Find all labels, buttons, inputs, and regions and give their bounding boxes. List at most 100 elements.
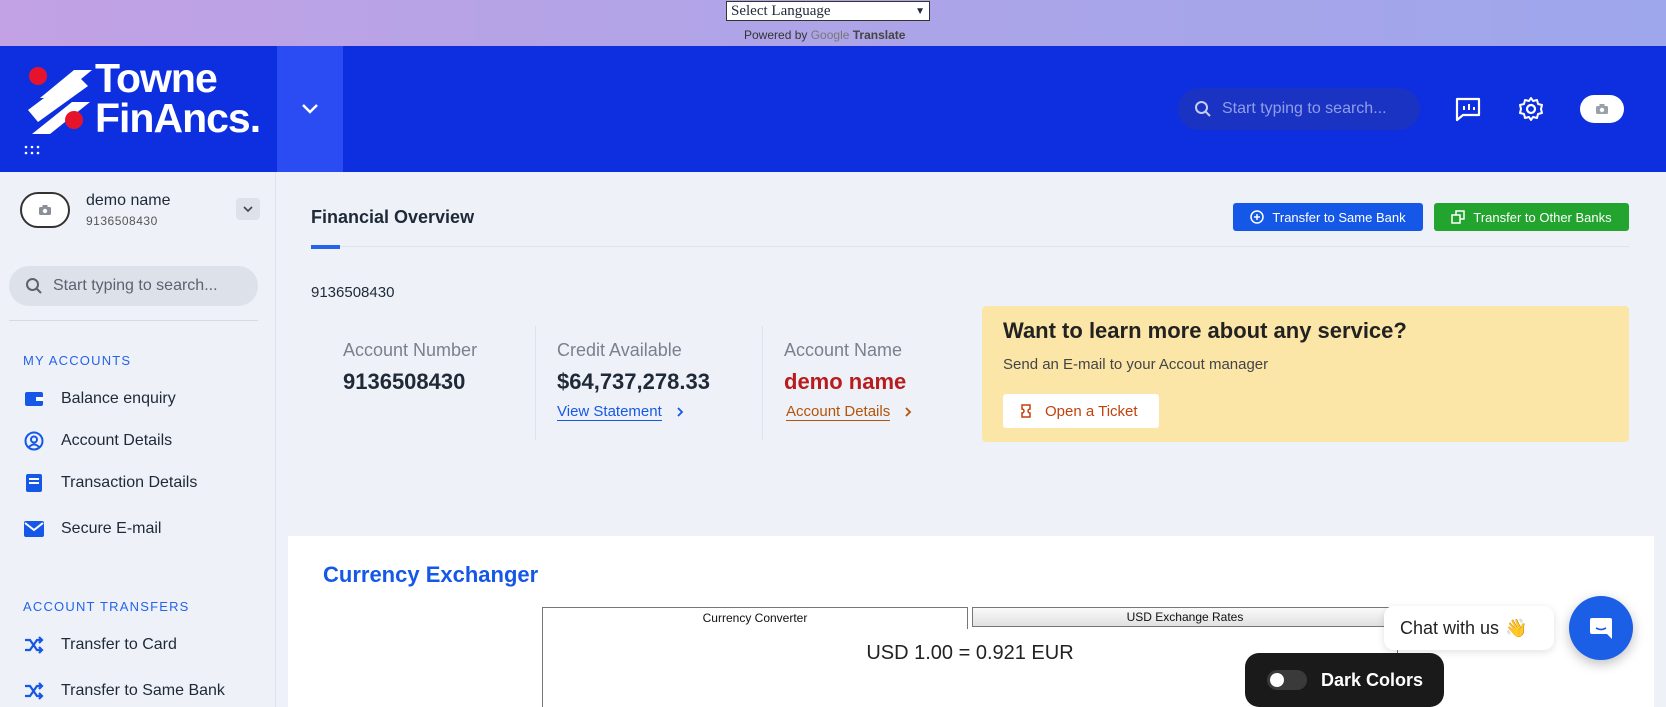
logo-line-2: FinAncs. — [95, 95, 261, 141]
chevron-down-icon: ▼ — [915, 5, 925, 17]
currency-title: Currency Exchanger — [323, 562, 539, 587]
chevron-right-icon — [905, 407, 912, 417]
mail-icon — [23, 518, 45, 540]
dark-colors-label: Dark Colors — [1321, 669, 1424, 690]
sidebar-item-account-details[interactable]: Account Details — [23, 427, 263, 455]
transfer-other-banks-button[interactable]: Transfer to Other Banks — [1434, 203, 1629, 231]
translate-text: Translate — [852, 28, 906, 42]
user-circle-icon — [23, 430, 45, 452]
sidebar-divider — [9, 320, 258, 321]
sidebar-item-label: Transfer to Same Bank — [61, 682, 225, 699]
chevron-down-icon — [302, 104, 318, 114]
stat-account-name: Account Name demo name Account Details — [784, 340, 912, 421]
language-select-label: Select Language — [731, 2, 831, 19]
sidebar-search-input[interactable]: Start typing to search... — [9, 266, 258, 306]
stat-value: $64,737,278.33 — [557, 369, 710, 394]
powered-by-google: Powered by Google Translate — [744, 28, 905, 42]
view-statement-link[interactable]: View Statement — [557, 403, 710, 421]
stat-value: demo name — [784, 369, 907, 394]
search-icon — [1195, 101, 1211, 117]
promo-banner: Want to learn more about any service? Se… — [982, 306, 1629, 442]
user-menu-dropdown[interactable] — [236, 198, 260, 220]
section-title-my-accounts: MY ACCOUNTS — [23, 353, 132, 368]
transfer-same-bank-label: Transfer to Same Bank — [1272, 209, 1406, 225]
brand-logo[interactable]: Towne FinAncs. — [28, 55, 261, 141]
ticket-icon — [1021, 404, 1031, 418]
sidebar-item-transfer-to-same-bank[interactable]: Transfer to Same Bank — [23, 677, 263, 705]
user-name: demo name — [86, 192, 171, 209]
plus-circle-icon — [1250, 210, 1265, 224]
stat-label: Account Number — [343, 340, 478, 360]
top-header: Towne FinAncs. Start typing to search... — [0, 46, 1666, 172]
user-profile: demo name 9136508430 — [20, 190, 260, 234]
settings-gear-icon[interactable] — [1514, 92, 1548, 126]
stat-account-number: Account Number 9136508430 — [343, 340, 477, 395]
shuffle-icon — [23, 634, 45, 656]
header-avatar[interactable] — [1580, 95, 1624, 123]
page-title: Financial Overview — [311, 207, 475, 227]
section-title-account-transfers: ACCOUNT TRANSFERS — [23, 599, 190, 614]
stat-label: Credit Available — [557, 340, 682, 360]
transfer-same-bank-button[interactable]: Transfer to Same Bank — [1233, 203, 1423, 231]
apps-grid-icon[interactable] — [24, 144, 40, 156]
book-icon — [23, 472, 45, 494]
promo-heading: Want to learn more about any service? — [1003, 318, 1407, 343]
sidebar-toggle-button[interactable] — [277, 46, 343, 172]
open-ticket-button[interactable]: Open a Ticket — [1003, 394, 1159, 428]
powered-by-text: Powered by — [744, 28, 808, 42]
stat-value: 9136508430 — [343, 369, 466, 394]
sidebar-item-secure-email[interactable]: Secure E-mail — [23, 515, 263, 543]
view-statement-label: View Statement — [557, 403, 662, 421]
account-number-line: 9136508430 — [311, 284, 395, 301]
header-search-input[interactable]: Start typing to search... — [1178, 88, 1420, 130]
header-search-placeholder: Start typing to search... — [1222, 100, 1387, 117]
shuffle-icon — [23, 680, 45, 702]
stat-credit-available: Credit Available $64,737,278.33 View Sta… — [557, 340, 710, 421]
sidebar-item-transfer-to-card[interactable]: Transfer to Card — [23, 631, 263, 659]
sidebar: demo name 9136508430 Start typing to sea… — [0, 172, 276, 707]
chat-bubble-icon — [1590, 618, 1612, 639]
chevron-down-icon — [243, 205, 253, 212]
wave-emoji-icon: 👋 — [1505, 617, 1528, 638]
title-divider — [311, 246, 1629, 247]
sidebar-item-label: Account Details — [61, 432, 173, 449]
tab-usd-exchange-rates[interactable]: USD Exchange Rates — [972, 607, 1398, 627]
open-ticket-label: Open a Ticket — [1045, 402, 1138, 420]
sidebar-item-label: Transaction Details — [61, 474, 198, 491]
title-underline — [311, 245, 340, 249]
sidebar-item-balance-enquiry[interactable]: Balance enquiry — [23, 385, 263, 413]
chat-with-us-label[interactable]: Chat with us 👋 — [1384, 606, 1554, 650]
language-select[interactable]: Select Language ▼ — [726, 1, 930, 21]
messages-icon[interactable] — [1451, 92, 1485, 126]
user-avatar[interactable] — [20, 192, 70, 228]
dark-colors-toggle[interactable]: Dark Colors — [1245, 653, 1444, 707]
translate-bar: Select Language ▼ Powered by Google Tran… — [0, 0, 1666, 46]
chat-launcher-button[interactable] — [1569, 596, 1633, 660]
account-details-label: Account Details — [786, 403, 891, 421]
promo-subtext: Send an E-mail to your Accout manager — [1003, 356, 1269, 373]
stat-label: Account Name — [784, 340, 903, 360]
dark-mode-switch[interactable] — [1267, 670, 1307, 690]
sidebar-item-label: Balance enquiry — [61, 390, 176, 407]
sidebar-item-transaction-details[interactable]: Transaction Details — [23, 469, 263, 497]
logo-line-1: Towne — [95, 55, 218, 101]
logo-stripes-icon — [28, 67, 92, 134]
wallet-icon — [23, 388, 45, 410]
transfer-other-banks-label: Transfer to Other Banks — [1473, 209, 1612, 225]
search-icon — [26, 278, 42, 294]
account-details-link[interactable]: Account Details — [784, 403, 912, 421]
chat-label: Chat with us — [1400, 617, 1500, 638]
sidebar-item-label: Secure E-mail — [61, 520, 162, 537]
copy-icon — [1451, 210, 1466, 224]
sidebar-search-placeholder: Start typing to search... — [53, 277, 218, 294]
chevron-right-icon — [677, 407, 684, 417]
sidebar-item-label: Transfer to Card — [61, 636, 177, 653]
logo-text: Towne FinAncs. — [95, 55, 261, 141]
google-logo-text: Google — [810, 28, 850, 42]
tab-currency-converter[interactable]: Currency Converter — [542, 607, 968, 629]
camera-icon — [39, 205, 51, 215]
camera-icon — [1596, 104, 1608, 114]
user-number: 9136508430 — [86, 214, 158, 228]
stat-divider — [762, 326, 763, 440]
stat-divider — [535, 326, 536, 440]
